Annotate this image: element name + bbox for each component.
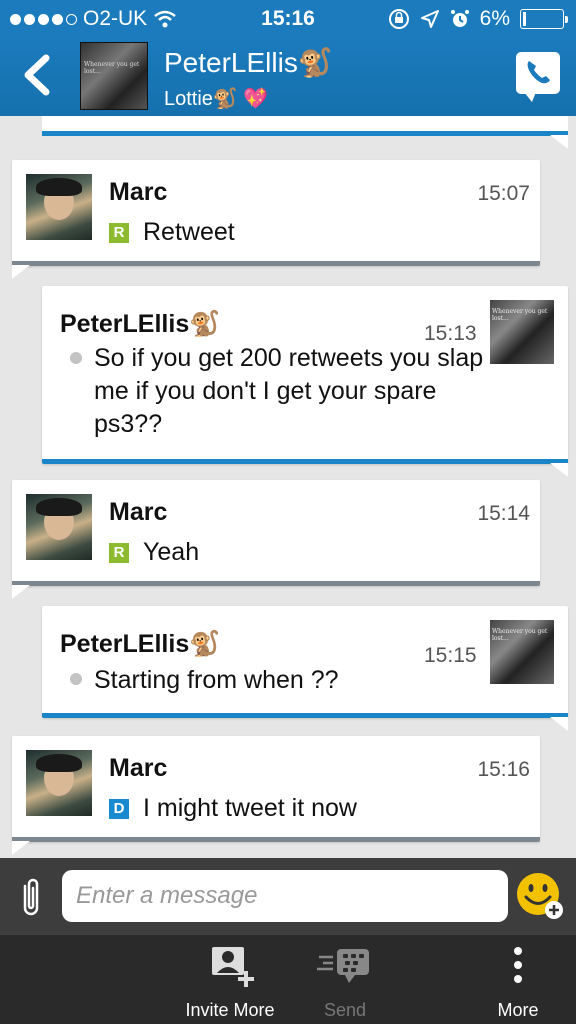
read-status-icon: R [109,222,129,243]
chevron-left-icon [24,54,50,96]
attach-button[interactable] [16,874,46,920]
message-bubble-incoming[interactable]: Marc 15:14 R Yeah [12,480,540,599]
sender-avatar[interactable] [26,750,92,816]
sent-status-icon [70,673,82,685]
sender-name: Marc [109,754,168,782]
message-body: R Yeah [109,538,199,567]
send-button[interactable]: Send [300,935,390,1024]
message-time: 15:14 [477,502,530,525]
message-bubble-incoming[interactable]: Marc 15:07 R Retweet [12,160,540,279]
sender-name: Marc [109,498,168,526]
paperclip-icon [23,878,39,916]
sender-avatar[interactable]: Whenever you get lost... [490,620,554,684]
status-indicators: 6% [388,7,568,31]
more-button[interactable]: More [478,935,558,1024]
message-body: D I might tweet it now [109,794,357,823]
phone-icon [527,61,550,84]
message-text: I might tweet it now [143,794,357,822]
avatar-caption: Whenever you get lost... [492,308,548,322]
send-label: Send [323,1000,367,1020]
avatar-caption: Whenever you get lost... [492,628,548,642]
composer-bar [0,858,576,934]
message-text: Yeah [143,538,200,566]
invite-contact-icon [212,947,254,987]
delivered-status-icon: D [109,798,129,819]
alarm-icon [450,10,469,27]
message-body: R Retweet [109,218,235,247]
invite-more-button[interactable]: Invite More [172,935,288,1024]
call-button[interactable] [516,52,560,102]
message-time: 15:07 [477,182,530,205]
smiley-plus-icon [517,873,563,919]
message-text: Starting from when ?? [94,666,339,694]
message-bubble-outgoing[interactable]: PeterLEllis🐒 15:15 Whenever you get lost… [42,606,568,731]
more-vertical-icon [514,947,522,983]
message-input[interactable] [62,870,508,922]
sender-name: PeterLEllis🐒 [60,630,221,658]
previous-message-partial [42,116,568,149]
battery-percent: 6% [479,7,510,30]
status-bar: O2-UK 15:16 6% [0,0,576,38]
sender-avatar[interactable] [26,174,92,240]
message-list[interactable]: Marc 15:07 R Retweet PeterLEllis🐒 15:13 … [0,116,576,858]
contact-status: Lottie🐒 💖 [164,88,269,110]
chat-header: Whenever you get lost... PeterLEllis🐒 Lo… [0,38,576,116]
more-label: More [497,1000,539,1020]
sender-avatar[interactable]: Whenever you get lost... [490,300,554,364]
sender-name: Marc [109,178,168,206]
battery-icon [520,9,568,29]
bottom-toolbar: Invite More Send More [0,934,576,1024]
message-bubble-outgoing[interactable]: PeterLEllis🐒 15:13 Whenever you get lost… [42,286,568,477]
rotation-lock-icon [388,9,409,29]
contact-avatar[interactable]: Whenever you get lost... [80,42,148,110]
sender-avatar[interactable] [26,494,92,560]
location-arrow-icon [420,10,439,28]
contact-name[interactable]: PeterLEllis🐒 [164,46,333,79]
sender-name: PeterLEllis🐒 [60,310,221,338]
back-button[interactable] [18,52,58,98]
message-bubble-incoming[interactable]: Marc 15:16 D I might tweet it now [12,736,540,855]
avatar-caption: Whenever you get lost... [84,61,140,75]
invite-more-label: Invite More [185,1000,275,1020]
message-text: So if you get 200 retweets you slap me i… [94,344,484,438]
message-text: Retweet [143,218,235,246]
sent-status-icon [70,352,82,364]
emoticon-button[interactable] [516,872,564,920]
bbm-send-icon [317,949,369,983]
message-time: 15:16 [477,758,530,781]
read-status-icon: R [109,542,129,563]
